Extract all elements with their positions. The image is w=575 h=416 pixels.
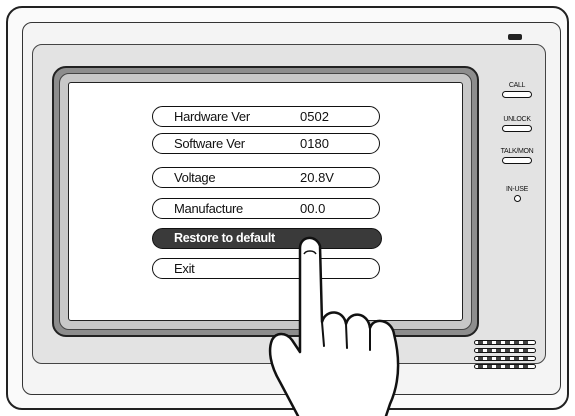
menu-item-voltage[interactable]: Voltage 20.8V	[152, 167, 380, 188]
menu-item-label: Hardware Ver	[174, 109, 250, 124]
pointing-hand-icon	[268, 236, 400, 416]
call-button-cap	[502, 91, 532, 98]
talk-mon-button[interactable]: TALK/MON	[497, 148, 537, 164]
in-use-label: IN-USE	[506, 186, 528, 193]
menu-item-software-ver[interactable]: Software Ver 0180	[152, 133, 380, 154]
unlock-button[interactable]: UNLOCK	[497, 116, 537, 132]
menu-item-value: 00.0	[300, 201, 326, 216]
unlock-button-label: UNLOCK	[503, 116, 531, 123]
menu-item-label: Exit	[174, 261, 195, 276]
menu-item-value: 0180	[300, 136, 329, 151]
menu-item-manufacture[interactable]: Manufacture 00.0	[152, 198, 380, 219]
speaker-slot	[474, 356, 536, 361]
menu-item-label: Software Ver	[174, 136, 245, 151]
speaker-slot	[474, 340, 536, 345]
power-indicator-icon	[508, 34, 522, 40]
speaker-slot	[474, 364, 536, 369]
talk-mon-button-label: TALK/MON	[500, 148, 534, 155]
unlock-button-cap	[502, 125, 532, 132]
speaker-grille-icon	[474, 336, 536, 372]
call-button[interactable]: CALL	[497, 82, 537, 98]
call-button-label: CALL	[508, 82, 526, 89]
menu-item-value: 0502	[300, 109, 329, 124]
speaker-slot	[474, 348, 536, 353]
menu-item-hardware-ver[interactable]: Hardware Ver 0502	[152, 106, 380, 127]
talk-mon-button-cap	[502, 157, 532, 164]
in-use-led-icon	[513, 195, 521, 202]
menu-item-label: Manufacture	[174, 201, 243, 216]
in-use-indicator: IN-USE	[497, 186, 537, 202]
menu-item-label: Voltage	[174, 170, 216, 185]
menu-item-value: 20.8V	[300, 170, 334, 185]
